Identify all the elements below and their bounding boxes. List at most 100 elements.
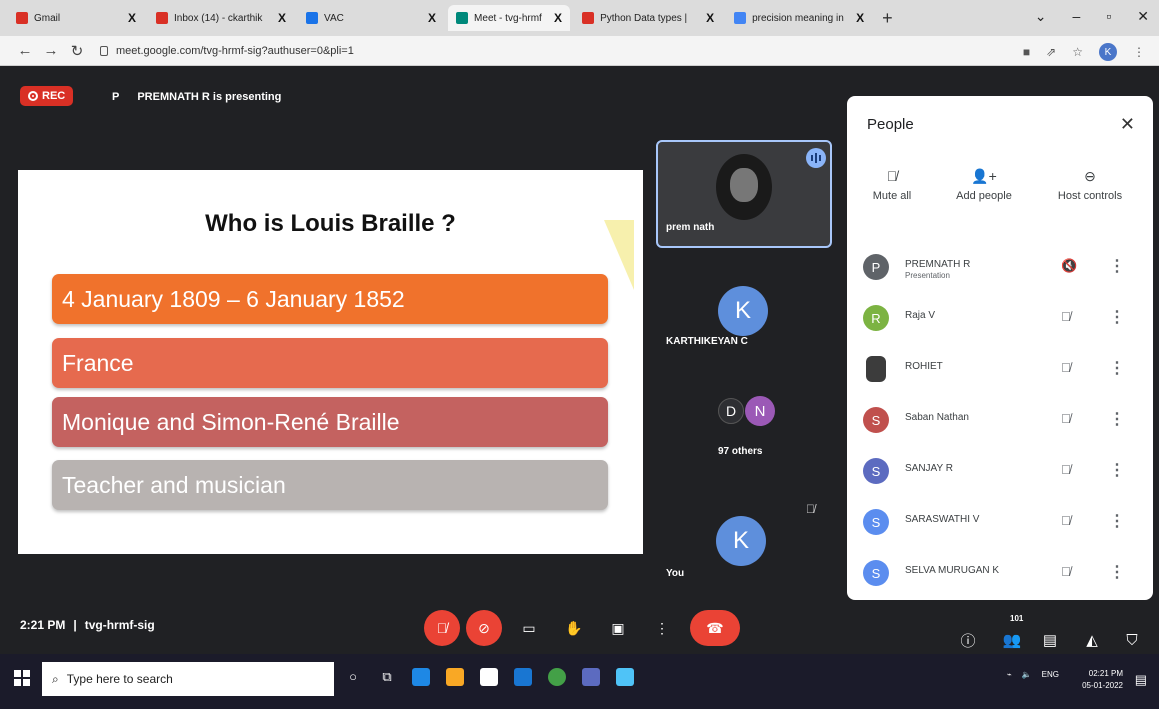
url-text: meet.google.com/tvg-hrmf-sig?authuser=0&… <box>116 44 354 57</box>
activities-button[interactable]: ◭ <box>1080 628 1104 652</box>
tab-inbox[interactable]: Inbox (14) - ckarthik X <box>148 5 294 31</box>
list-item[interactable]: R Raja V 🎙̸ ⋮ <box>847 297 1153 348</box>
browser-actions: ■ ⇗ ☆ K ⋮ <box>1023 43 1145 61</box>
tab-search-icon[interactable]: ⌄ <box>1035 8 1047 25</box>
mute-all-button[interactable]: 🎙̸ Mute all <box>847 168 937 202</box>
meeting-info-button[interactable]: ⓘ <box>956 628 980 652</box>
minimize-icon[interactable]: – <box>1073 8 1081 25</box>
people-button[interactable]: 👥 <box>1000 628 1024 652</box>
close-tab-icon[interactable]: X <box>706 11 714 25</box>
more-options-icon[interactable]: ⋮ <box>1109 460 1125 480</box>
close-tab-icon[interactable]: X <box>128 11 136 25</box>
speaking-indicator-icon <box>806 148 826 168</box>
system-clock[interactable]: 02:21 PM 05-01-2022 <box>1082 668 1123 692</box>
network-icon[interactable]: ⌁ <box>1007 670 1012 679</box>
tab-vac[interactable]: VAC X <box>298 5 444 31</box>
tab-precision[interactable]: precision meaning in X <box>726 5 872 31</box>
raise-hand-button[interactable]: ✋ <box>556 610 592 646</box>
more-options-button[interactable]: ⋮ <box>644 610 680 646</box>
more-options-icon[interactable]: ⋮ <box>1109 307 1125 327</box>
app-icon[interactable] <box>616 668 634 686</box>
list-item[interactable]: S Saban Nathan 🎙̸ ⋮ <box>847 399 1153 450</box>
close-tab-icon[interactable]: X <box>428 11 436 25</box>
address-bar: ← → ↻ meet.google.com/tvg-hrmf-sig?authu… <box>0 36 1159 66</box>
mic-off-icon: 🎙̸ <box>436 620 448 636</box>
bookmark-star-icon[interactable]: ☆ <box>1072 45 1083 59</box>
mail-icon[interactable] <box>514 668 532 686</box>
participant-name: SANJAY R <box>905 463 953 474</box>
people-icon: 👥 <box>1002 632 1022 649</box>
chat-button[interactable]: ▤ <box>1038 628 1062 652</box>
list-item[interactable]: S SELVA MURUGAN K 🎙̸ ⋮ <box>847 552 1153 603</box>
captions-button[interactable]: ▭ <box>511 610 547 646</box>
participant-avatar[interactable]: K <box>718 286 768 336</box>
speaker-off-icon[interactable]: 🔇 <box>1061 258 1077 274</box>
more-options-icon[interactable]: ⋮ <box>1109 409 1125 429</box>
self-avatar[interactable]: K <box>716 516 766 566</box>
volume-icon[interactable]: 🔈 <box>1022 670 1032 679</box>
more-vert-icon: ⋮ <box>655 619 669 636</box>
chat-icon: ▤ <box>1042 632 1058 649</box>
more-options-icon[interactable]: ⋮ <box>1109 511 1125 531</box>
chrome-icon[interactable] <box>548 668 566 686</box>
close-tab-icon[interactable]: X <box>278 11 286 25</box>
cortana-icon[interactable]: ○ <box>344 668 362 686</box>
decorative-shape <box>604 220 634 290</box>
hand-icon: ✋ <box>565 619 583 636</box>
more-options-icon[interactable]: ⋮ <box>1109 562 1125 582</box>
back-icon[interactable]: ← <box>12 42 38 59</box>
camera-indicator-icon[interactable]: ■ <box>1023 45 1030 59</box>
tab-meet[interactable]: Meet - tvg-hrmf X <box>448 5 571 31</box>
photos-icon[interactable] <box>582 668 600 686</box>
menu-kebab-icon[interactable]: ⋮ <box>1133 45 1145 59</box>
windows-start-icon[interactable] <box>14 670 30 686</box>
close-window-icon[interactable]: ✕ <box>1137 8 1149 25</box>
tab-gmail[interactable]: Gmail X <box>8 5 144 31</box>
language-indicator[interactable]: ENG <box>1042 670 1059 679</box>
profile-avatar[interactable]: K <box>1099 43 1117 61</box>
list-item[interactable]: ROHIET 🎙̸ ⋮ <box>847 348 1153 399</box>
present-button[interactable]: ▣ <box>600 610 636 646</box>
participant-tile-prem[interactable]: prem nath <box>656 140 832 248</box>
restore-icon[interactable]: ▫ <box>1106 8 1111 25</box>
taskbar-search[interactable]: ⌕ Type here to search <box>42 662 334 696</box>
mic-off-icon[interactable]: 🎙̸ <box>1061 513 1071 528</box>
close-icon[interactable]: ✕ <box>1120 114 1135 135</box>
close-tab-icon[interactable]: X <box>856 11 864 25</box>
new-tab-button[interactable]: + <box>882 8 893 29</box>
reload-icon[interactable]: ↻ <box>64 42 90 60</box>
list-item[interactable]: S SARASWATHI V 🎙̸ ⋮ <box>847 501 1153 552</box>
more-options-icon[interactable]: ⋮ <box>1109 358 1125 378</box>
tab-label: Gmail <box>34 12 61 24</box>
mic-off-icon[interactable]: 🎙̸ <box>1061 360 1071 375</box>
mic-off-icon[interactable]: 🎙̸ <box>1061 309 1071 324</box>
panel-title: People <box>867 116 914 133</box>
mic-toggle-button[interactable]: 🎙̸ <box>424 610 460 646</box>
mic-off-icon[interactable]: 🎙̸ <box>1061 462 1071 477</box>
notification-icon[interactable]: ▤ <box>1135 672 1147 688</box>
camera-off-icon: ⊘ <box>478 619 490 636</box>
participant-name: SELVA MURUGAN K <box>905 565 1000 576</box>
list-item[interactable]: S SANJAY R 🎙̸ ⋮ <box>847 450 1153 501</box>
tab-python[interactable]: Python Data types | X <box>574 5 722 31</box>
task-view-icon[interactable]: ⧉ <box>378 668 396 686</box>
file-explorer-icon[interactable] <box>446 668 464 686</box>
mic-off-icon[interactable]: 🎙̸ <box>1061 564 1071 579</box>
more-options-icon[interactable]: ⋮ <box>1109 256 1125 276</box>
participant-avatar[interactable]: D <box>718 398 744 424</box>
participant-name: Raja V <box>905 310 936 321</box>
forward-icon[interactable]: → <box>38 42 64 59</box>
participant-avatar[interactable]: N <box>745 396 775 426</box>
mic-off-icon[interactable]: 🎙̸ <box>1061 411 1071 426</box>
share-icon[interactable]: ⇗ <box>1046 45 1056 59</box>
leave-call-button[interactable]: ☎ <box>690 610 740 646</box>
add-people-button[interactable]: 👤+ Add people <box>939 168 1029 202</box>
host-controls-button[interactable]: ⊖ Host controls <box>1045 168 1135 202</box>
url-field[interactable]: meet.google.com/tvg-hrmf-sig?authuser=0&… <box>100 45 354 57</box>
edge-icon[interactable] <box>412 668 430 686</box>
store-icon[interactable] <box>480 668 498 686</box>
close-tab-icon[interactable]: X <box>554 11 562 25</box>
host-controls-button[interactable]: ⛉ <box>1120 628 1144 652</box>
list-item[interactable]: P PREMNATH R Presentation 🔇 ⋮ <box>847 246 1153 297</box>
camera-toggle-button[interactable]: ⊘ <box>466 610 502 646</box>
